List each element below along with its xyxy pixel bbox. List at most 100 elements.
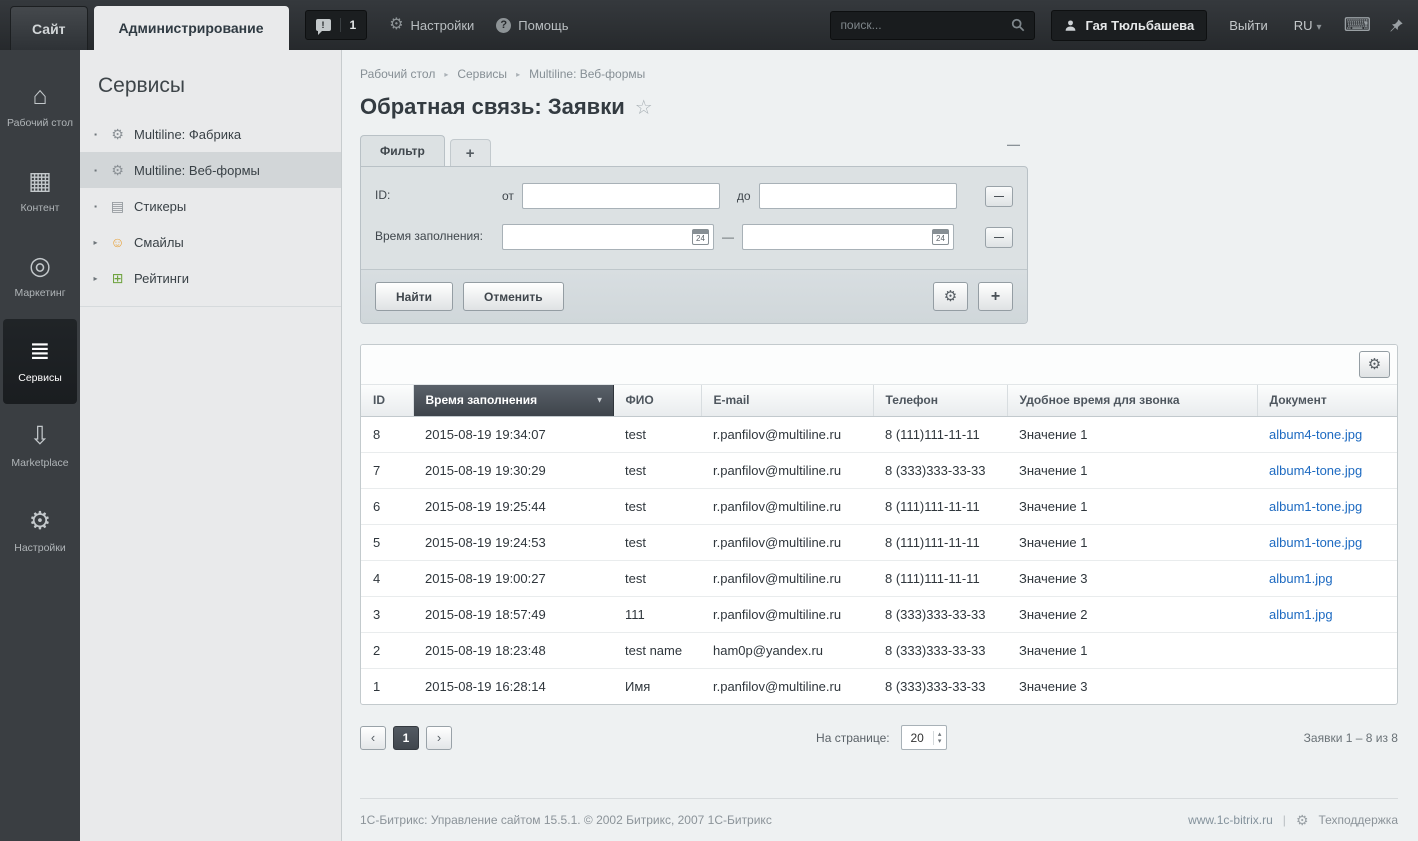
id-from-input[interactable]: [521, 183, 720, 209]
leftnav-item-3[interactable]: ≣ Сервисы: [3, 319, 77, 404]
grid-settings-button[interactable]: [1359, 351, 1390, 378]
table-row[interactable]: 2 2015-08-19 18:23:48 test name ham0p@yande…: [361, 632, 1397, 669]
cell: 2015-08-19 19:25:44: [413, 488, 613, 525]
column-header-2[interactable]: ФИО: [613, 385, 702, 417]
cancel-button[interactable]: Отменить: [462, 282, 564, 311]
filter-settings-button[interactable]: [933, 282, 968, 311]
document-link[interactable]: album1.jpg: [1269, 607, 1333, 622]
column-header-1[interactable]: Время заполнения ▼: [413, 385, 614, 417]
breadcrumb-item-1[interactable]: Сервисы: [457, 67, 507, 81]
cell: r.panfilov@multiline.ru: [701, 452, 873, 489]
help-link[interactable]: Помощь: [496, 17, 569, 33]
support-link[interactable]: Техподдержка: [1318, 813, 1398, 827]
cell: 8 (111)111-11-11: [873, 560, 1007, 597]
table-row[interactable]: 6 2015-08-19 19:25:44 test r.panfilov@multi…: [361, 488, 1397, 525]
pin-icon[interactable]: [1389, 18, 1404, 33]
language-selector[interactable]: RU: [1294, 18, 1322, 33]
per-page-select[interactable]: 20: [900, 725, 947, 750]
prev-page-button[interactable]: [360, 725, 386, 750]
filter-body: ID: от до Время заполнения:: [360, 166, 1028, 324]
tab-admin[interactable]: Администрирование: [93, 6, 289, 50]
collapse-filter-icon[interactable]: [1007, 137, 1020, 152]
leftnav-item-label: Сервисы: [18, 371, 62, 384]
document-link[interactable]: album1-tone.jpg: [1269, 535, 1362, 550]
document-link[interactable]: album1.jpg: [1269, 571, 1333, 586]
from-label: от: [502, 189, 514, 203]
leftnav-item-5[interactable]: ⚙ Настройки: [0, 489, 80, 574]
sidebar-item-4[interactable]: ▸ ⊞ Рейтинги: [80, 260, 341, 296]
cell: Значение 1: [1007, 416, 1257, 453]
leftnav-item-2[interactable]: ◎ Маркетинг: [0, 234, 80, 319]
leftnav-item-4[interactable]: ⇩ Marketplace: [0, 404, 80, 489]
table-row[interactable]: 7 2015-08-19 19:30:29 test r.panfilov@multi…: [361, 452, 1397, 489]
cell: 2015-08-19 19:24:53: [413, 524, 613, 561]
leftnav-item-1[interactable]: ▦ Контент: [0, 149, 80, 234]
document-link[interactable]: album4-tone.jpg: [1269, 427, 1362, 442]
cell: r.panfilov@multiline.ru: [701, 560, 873, 597]
document-link[interactable]: album1-tone.jpg: [1269, 499, 1362, 514]
add-filter-tab-button[interactable]: +: [449, 139, 491, 166]
rating-icon: ⊞: [111, 270, 124, 286]
notification-count: 1: [339, 18, 356, 32]
page-button-current[interactable]: 1: [393, 725, 419, 750]
sidebar-menu: ▪ ⚙ Multiline: Фабрика ▪ ⚙ Multiline: Веб-фор…: [80, 116, 341, 296]
find-button[interactable]: Найти: [375, 282, 453, 311]
gear-icon: [1368, 356, 1381, 373]
id-to-input[interactable]: [758, 183, 957, 209]
date-from-input[interactable]: [502, 224, 714, 250]
cell: test: [613, 524, 701, 561]
per-page-control: На странице: 20: [816, 725, 947, 750]
cell: r.panfilov@multiline.ru: [701, 524, 873, 561]
bitrix-site-link[interactable]: www.1c-bitrix.ru: [1188, 813, 1273, 827]
breadcrumb-separator-icon: ▸: [444, 69, 449, 79]
column-header-0[interactable]: ID: [361, 385, 414, 417]
next-page-button[interactable]: [426, 725, 452, 750]
sidebar-item-2[interactable]: ▪ ▤ Стикеры: [80, 188, 341, 224]
filter-tabs: Фильтр +: [360, 135, 1028, 166]
tab-site[interactable]: Сайт: [10, 6, 88, 50]
remove-filter-field-button[interactable]: [985, 226, 1013, 248]
spinner-arrows-icon: [932, 730, 946, 745]
column-header-4[interactable]: Телефон: [873, 385, 1008, 417]
date-to-input[interactable]: [742, 224, 954, 250]
settings-link[interactable]: Настройки: [389, 17, 475, 33]
home-icon: ⌂: [32, 81, 48, 110]
sidebar-item-1[interactable]: ▪ ⚙ Multiline: Веб-формы: [80, 152, 341, 188]
grid-body: 8 2015-08-19 19:34:07 test r.panfilov@multi…: [361, 416, 1397, 704]
search-input[interactable]: [840, 18, 1012, 32]
document-link[interactable]: album4-tone.jpg: [1269, 463, 1362, 478]
table-row[interactable]: 8 2015-08-19 19:34:07 test r.panfilov@multi…: [361, 416, 1397, 453]
column-header-6[interactable]: Документ: [1257, 385, 1397, 417]
sidebar-item-3[interactable]: ▸ ☺ Смайлы: [80, 224, 341, 260]
tab-admin-label: Администрирование: [118, 20, 264, 36]
filter-row-time: Время заполнения:: [375, 224, 1013, 250]
column-header-5[interactable]: Удобное время для звонка: [1007, 385, 1258, 417]
breadcrumb-item-2[interactable]: Multiline: Веб-формы: [529, 67, 645, 81]
user-menu[interactable]: Гая Тюльбашева: [1051, 9, 1208, 41]
table-row[interactable]: 3 2015-08-19 18:57:49 111 r.panfilov@multil…: [361, 596, 1397, 633]
gear-icon: [389, 17, 403, 33]
notifications-button[interactable]: 1: [304, 10, 368, 40]
sticker-icon: ▤: [110, 198, 125, 214]
calendar-icon[interactable]: [692, 229, 709, 245]
keyboard-icon[interactable]: [1344, 16, 1371, 35]
cell: Значение 1: [1007, 452, 1257, 489]
calendar-icon[interactable]: [932, 229, 949, 245]
sidebar-item-0[interactable]: ▪ ⚙ Multiline: Фабрика: [80, 116, 341, 152]
column-header-3[interactable]: E-mail: [701, 385, 874, 417]
services-icon: ≣: [29, 336, 51, 365]
add-filter-field-button[interactable]: [978, 282, 1013, 311]
breadcrumb-item-0[interactable]: Рабочий стол: [360, 67, 435, 81]
logout-link[interactable]: Выйти: [1229, 18, 1268, 33]
table-row[interactable]: 1 2015-08-19 16:28:14 Имя r.panfilov@multil…: [361, 668, 1397, 704]
search-icon[interactable]: [1011, 18, 1025, 32]
filter-tab[interactable]: Фильтр: [360, 135, 445, 166]
remove-filter-field-button[interactable]: [985, 185, 1013, 207]
table-row[interactable]: 5 2015-08-19 19:24:53 test r.panfilov@multi…: [361, 524, 1397, 561]
favorite-star-icon[interactable]: [635, 94, 653, 120]
per-page-label: На странице:: [816, 730, 890, 745]
leftnav-item-0[interactable]: ⌂ Рабочий стол: [0, 64, 80, 149]
table-row[interactable]: 4 2015-08-19 19:00:27 test r.panfilov@multi…: [361, 560, 1397, 597]
breadcrumb: Рабочий стол ▸ Сервисы ▸ Multiline: Веб-форм…: [342, 50, 1418, 81]
leftnav-item-label: Маркетинг: [14, 286, 66, 299]
